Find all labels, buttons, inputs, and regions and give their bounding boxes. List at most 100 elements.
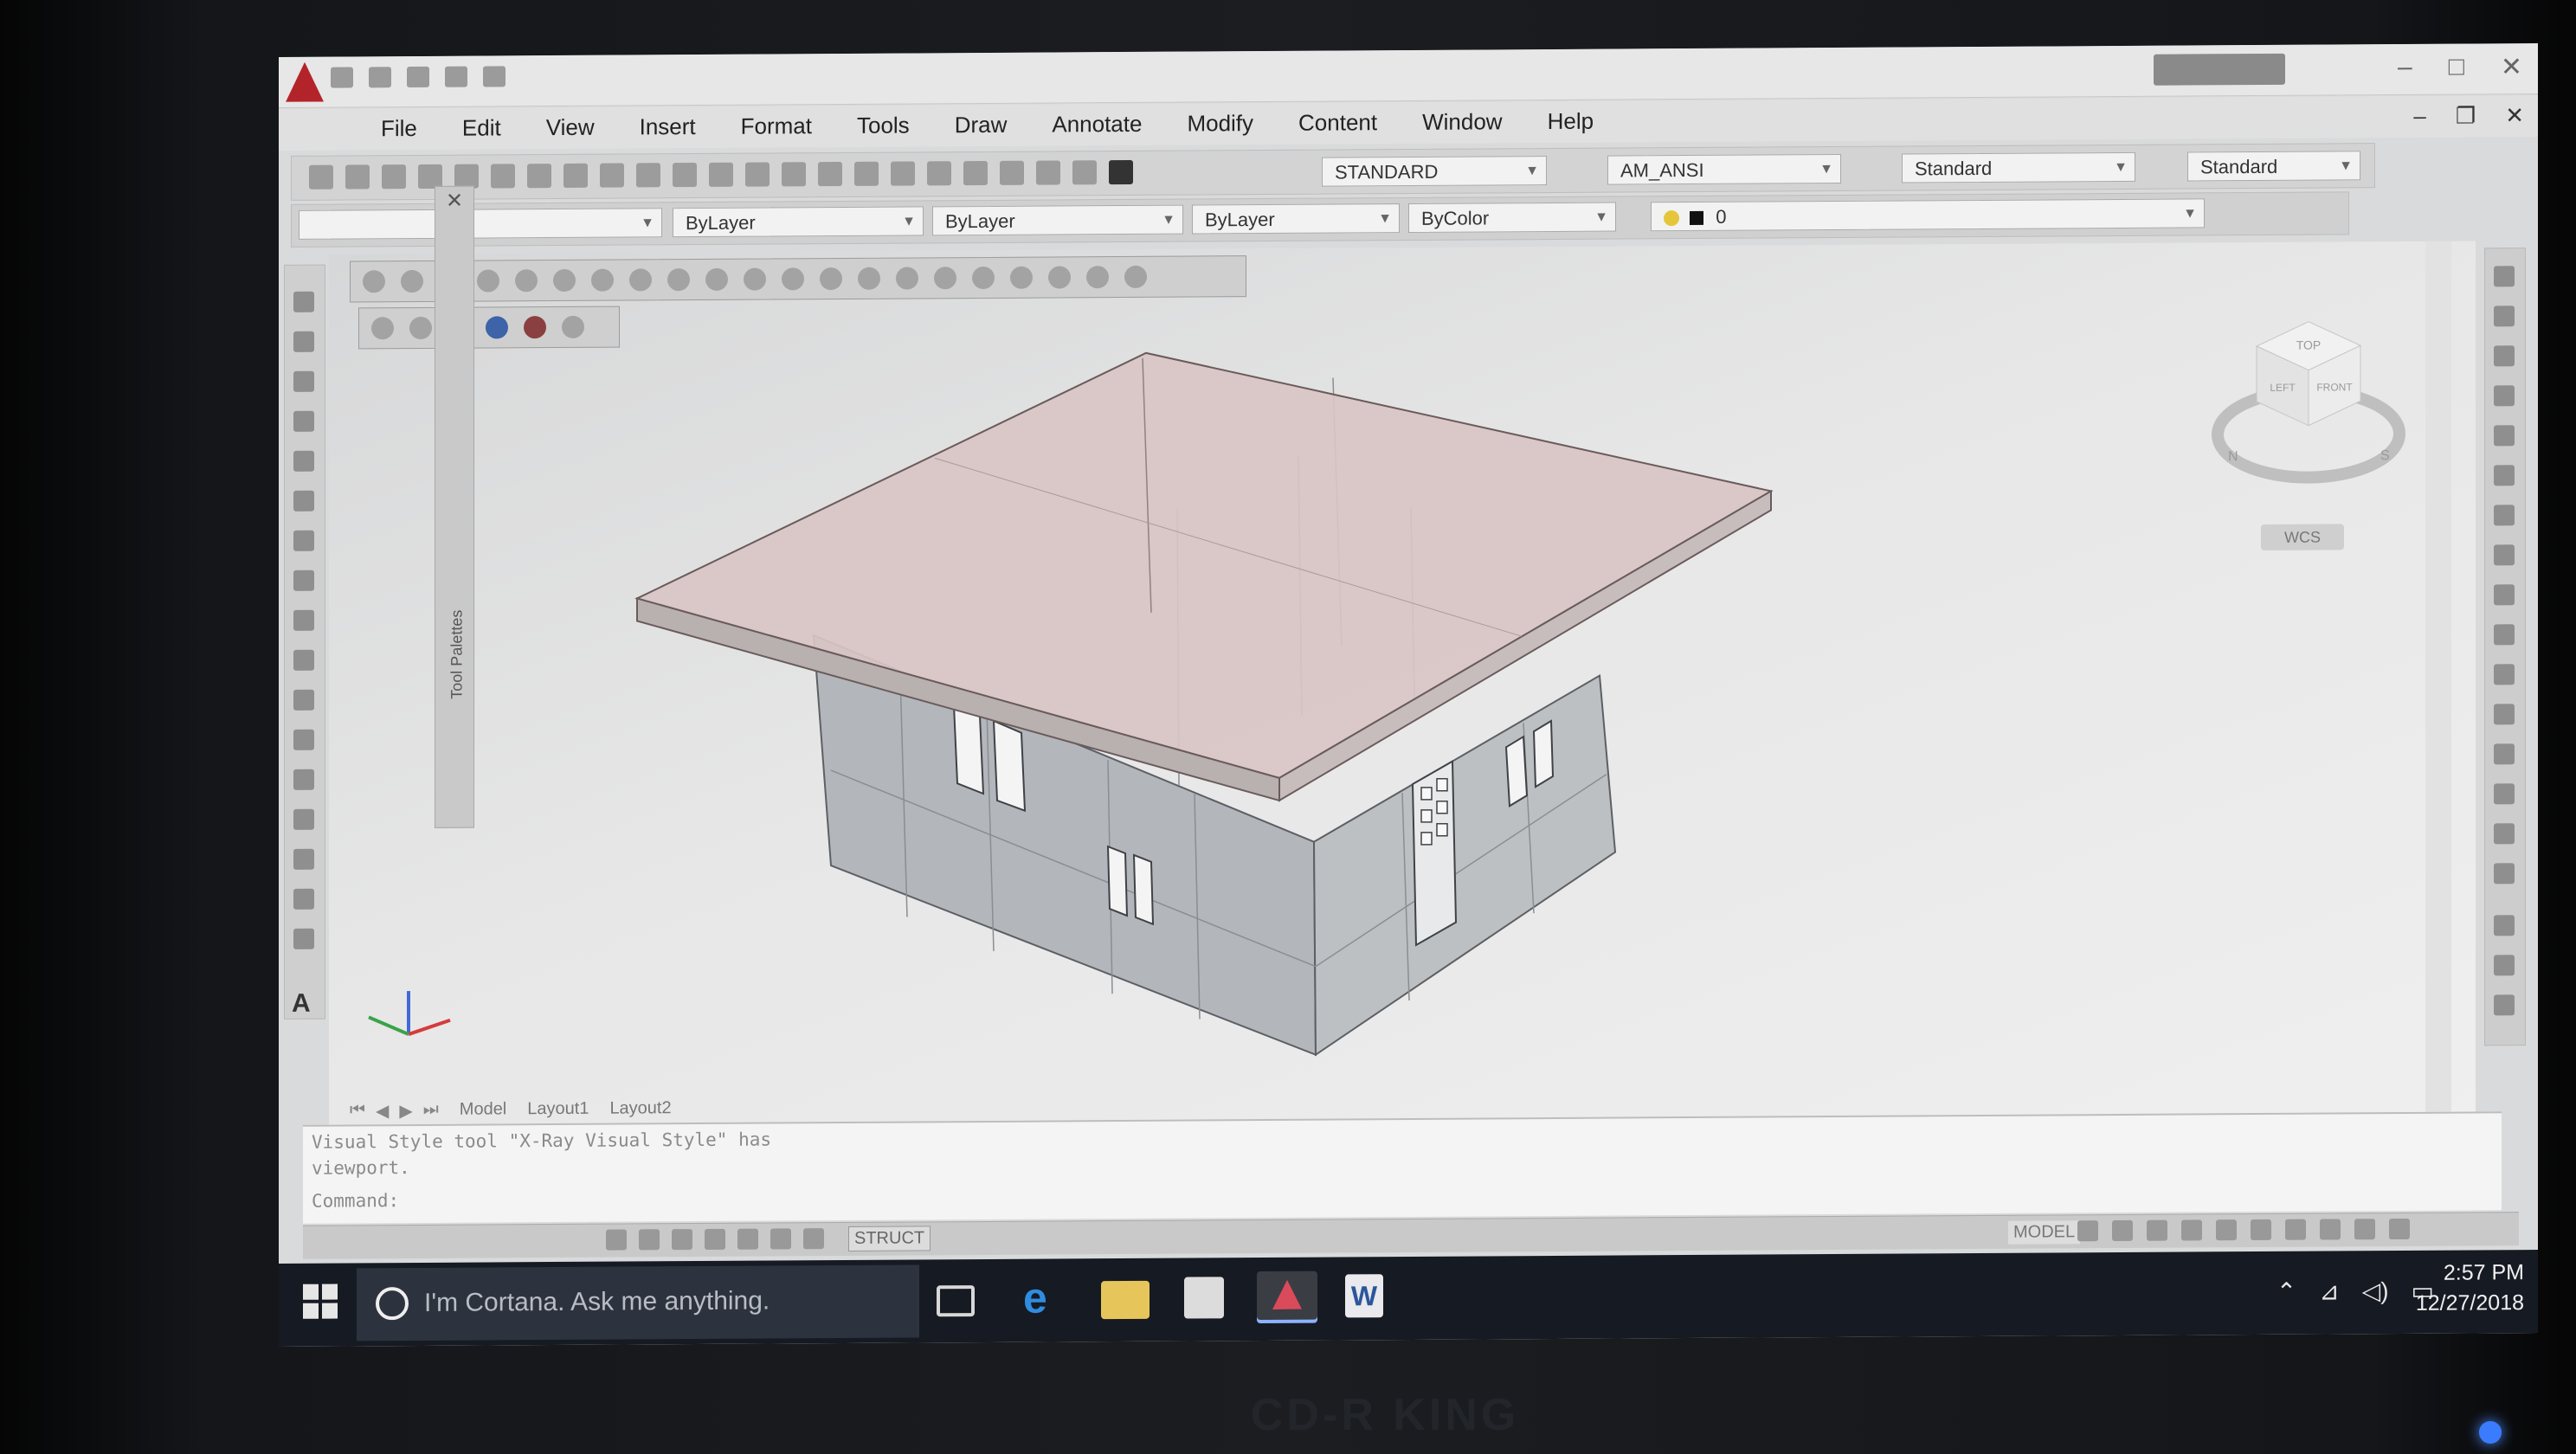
text-style-combo[interactable]: STANDARD ▼ — [1322, 156, 1547, 187]
word-icon[interactable]: W — [1345, 1274, 1383, 1318]
save-icon[interactable] — [382, 164, 406, 190]
spline-icon[interactable] — [293, 609, 314, 631]
show-hidden-icons-icon[interactable]: ⌃ — [2277, 1277, 2296, 1306]
calculator-icon[interactable] — [1072, 160, 1097, 185]
ucs-dynamic-icon[interactable] — [770, 1228, 791, 1250]
annotation-scale-icon[interactable] — [2285, 1219, 2306, 1240]
struct-toggle[interactable]: STRUCT — [848, 1226, 931, 1251]
menu-content[interactable]: Content — [1276, 109, 1400, 137]
menu-view[interactable]: View — [524, 114, 617, 142]
open-icon[interactable] — [345, 164, 370, 190]
move-icon[interactable] — [2494, 465, 2515, 486]
layer-combo[interactable]: ByLayer ▼ — [673, 206, 924, 238]
model-viewport[interactable] — [329, 241, 2476, 1151]
revcloud-icon[interactable] — [293, 569, 314, 591]
save-icon[interactable] — [407, 66, 429, 88]
markup-icon[interactable] — [1036, 160, 1060, 185]
network-icon[interactable]: ⊿ — [2319, 1277, 2339, 1305]
3d-rotate-icon[interactable] — [1048, 266, 1071, 289]
tab-layout2[interactable]: Layout2 — [609, 1098, 671, 1120]
toolbar-lock-icon[interactable] — [2354, 1219, 2375, 1240]
polar-tracking-icon[interactable] — [705, 1228, 725, 1250]
rectangle-icon[interactable] — [293, 450, 314, 472]
file-explorer-icon[interactable] — [1101, 1280, 1150, 1320]
polygon-icon[interactable] — [293, 410, 314, 432]
pan-icon[interactable] — [745, 162, 770, 187]
layer-state-combo[interactable]: 0 ▼ — [1651, 198, 2205, 232]
lineweight-combo[interactable]: ByLayer ▼ — [1192, 203, 1400, 235]
menu-modify[interactable]: Modify — [1164, 110, 1276, 138]
zoom-window-icon[interactable] — [818, 161, 842, 187]
wcs-menu[interactable]: WCS — [2261, 524, 2344, 550]
viewcube-front-label[interactable]: FRONT — [2316, 381, 2353, 393]
task-view-icon[interactable] — [937, 1285, 975, 1317]
conceptual-style-icon[interactable] — [524, 316, 546, 339]
gradient-icon[interactable] — [293, 888, 314, 910]
undo-icon[interactable] — [483, 66, 506, 87]
autocad-logo-icon[interactable] — [286, 62, 324, 102]
model-space-toggle[interactable]: MODEL — [2008, 1220, 2081, 1245]
draw-order-icon[interactable] — [2494, 915, 2515, 936]
polysolid-icon[interactable] — [363, 270, 385, 293]
ellipse-arc-icon[interactable] — [293, 689, 314, 711]
compass-north-label[interactable]: N — [2228, 449, 2238, 464]
menu-format[interactable]: Format — [718, 113, 834, 140]
hatch-icon[interactable] — [293, 848, 314, 870]
zoom-previous-icon[interactable] — [854, 161, 879, 186]
fillet-icon[interactable] — [2494, 823, 2515, 845]
minimize-icon[interactable]: – — [2398, 53, 2412, 83]
extend-icon[interactable] — [2494, 664, 2515, 685]
viewcube-left-label[interactable]: LEFT — [2270, 382, 2296, 394]
new-icon[interactable] — [309, 164, 333, 190]
revolve-icon[interactable] — [820, 267, 842, 291]
clean-screen-icon[interactable] — [2389, 1218, 2410, 1240]
sweep-icon[interactable] — [782, 267, 804, 291]
extrude-icon[interactable] — [705, 267, 728, 291]
tab-model[interactable]: Model — [460, 1099, 506, 1121]
first-tab-icon[interactable]: ⏮ — [350, 1100, 365, 1122]
menu-edit[interactable]: Edit — [440, 114, 524, 142]
showmotion-icon[interactable] — [2251, 1219, 2271, 1241]
sheet-set-icon[interactable] — [1000, 160, 1024, 185]
stretch-icon[interactable] — [2494, 584, 2515, 606]
new-icon[interactable] — [331, 67, 353, 88]
box-icon[interactable] — [401, 269, 423, 293]
lineweight-display-icon[interactable] — [803, 1228, 824, 1250]
last-tab-icon[interactable]: ⏭ — [423, 1100, 439, 1122]
3d-array-icon[interactable] — [1124, 265, 1147, 289]
taskbar-clock[interactable]: 2:57 PM 12/27/2018 — [2416, 1260, 2524, 1316]
volume-icon[interactable]: ◁) — [2362, 1277, 2389, 1305]
zoom-realtime-icon[interactable] — [782, 162, 806, 187]
plot-icon[interactable] — [418, 164, 442, 189]
break-icon[interactable] — [2494, 704, 2515, 725]
table-style-combo[interactable]: Standard ▼ — [1902, 151, 2135, 183]
tool-palette-strip[interactable]: ✕ Tool Palettes — [435, 185, 474, 828]
make-block-icon[interactable] — [293, 769, 314, 790]
plot-preview-icon[interactable] — [454, 164, 479, 189]
union-icon[interactable] — [896, 267, 918, 290]
menu-insert[interactable]: Insert — [617, 113, 718, 141]
scale-icon[interactable] — [2494, 544, 2515, 566]
pyramid-icon[interactable] — [629, 268, 652, 292]
publish-icon[interactable] — [491, 164, 515, 189]
vertical-scrollbar[interactable] — [2425, 241, 2451, 1138]
next-tab-icon[interactable]: ▶ — [399, 1100, 412, 1122]
menu-window[interactable]: Window — [1400, 108, 1524, 136]
join-icon[interactable] — [2494, 743, 2515, 765]
match-properties-icon[interactable] — [636, 163, 660, 188]
autocad-taskbar-icon[interactable] — [1257, 1271, 1317, 1321]
trim-icon[interactable] — [2494, 624, 2515, 646]
line-icon[interactable] — [293, 291, 314, 312]
erase-icon[interactable] — [2494, 266, 2515, 287]
bring-to-front-icon[interactable] — [2494, 955, 2515, 976]
command-line[interactable]: Visual Style tool "X-Ray Visual Style" h… — [303, 1111, 2502, 1224]
3d-align-icon[interactable] — [1086, 266, 1109, 289]
planar-surface-icon[interactable] — [667, 268, 690, 292]
ortho-mode-icon[interactable] — [672, 1229, 692, 1251]
quick-view-layouts-icon[interactable] — [2077, 1220, 2098, 1242]
drawing-close-icon[interactable]: ✕ — [2505, 102, 2524, 129]
arc-icon[interactable] — [293, 490, 314, 511]
tool-palettes-icon[interactable] — [963, 160, 988, 186]
workspace-switching-icon[interactable] — [2320, 1219, 2341, 1240]
cylinder-icon[interactable] — [553, 268, 576, 293]
